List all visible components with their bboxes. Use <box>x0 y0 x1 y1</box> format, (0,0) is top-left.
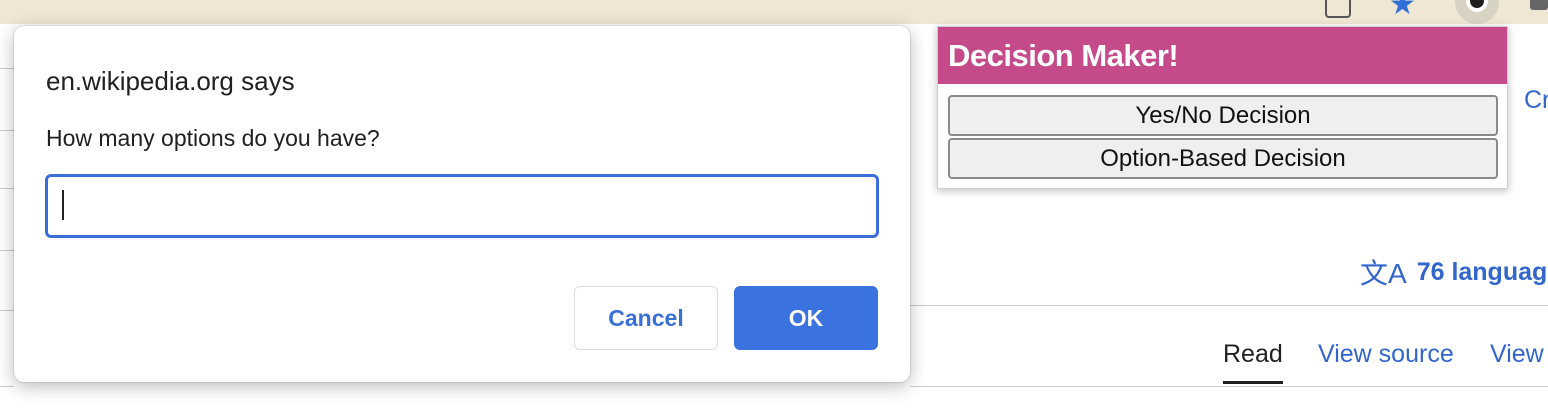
yes-no-decision-button[interactable]: Yes/No Decision <box>948 95 1498 136</box>
languages-button[interactable]: 文A 76 languag <box>1360 252 1547 292</box>
more-icon[interactable] <box>1530 0 1548 10</box>
tab-read[interactable]: Read <box>1223 340 1283 384</box>
bookmark-star-icon[interactable]: ★ <box>1389 0 1416 20</box>
prompt-dialog: en.wikipedia.org says How many options d… <box>14 26 910 382</box>
tab-view-history[interactable]: View <box>1490 340 1544 369</box>
ok-button[interactable]: OK <box>734 286 878 350</box>
create-account-link[interactable]: Cr <box>1524 86 1548 115</box>
extension-icon[interactable] <box>1325 0 1351 18</box>
divider <box>0 250 14 251</box>
popup-title: Decision Maker! <box>938 27 1507 84</box>
dialog-title: en.wikipedia.org says <box>46 66 295 96</box>
cancel-button[interactable]: Cancel <box>574 286 718 350</box>
browser-toolbar: ★ <box>0 0 1548 24</box>
tabs-divider <box>910 386 1548 387</box>
option-based-decision-button[interactable]: Option-Based Decision <box>948 138 1498 179</box>
header-divider <box>910 305 1548 306</box>
tab-view-source[interactable]: View source <box>1318 340 1454 369</box>
dialog-message: How many options do you have? <box>46 125 380 151</box>
options-count-input[interactable] <box>45 174 879 238</box>
text-caret <box>62 190 64 220</box>
divider <box>0 188 14 189</box>
decision-maker-popup: Decision Maker! Yes/No Decision Option-B… <box>937 26 1508 189</box>
divider <box>0 68 14 69</box>
divider <box>0 386 14 387</box>
divider <box>0 130 14 131</box>
divider <box>0 310 14 311</box>
languages-label: 76 languag <box>1416 257 1548 286</box>
translate-icon: 文A <box>1360 258 1407 289</box>
